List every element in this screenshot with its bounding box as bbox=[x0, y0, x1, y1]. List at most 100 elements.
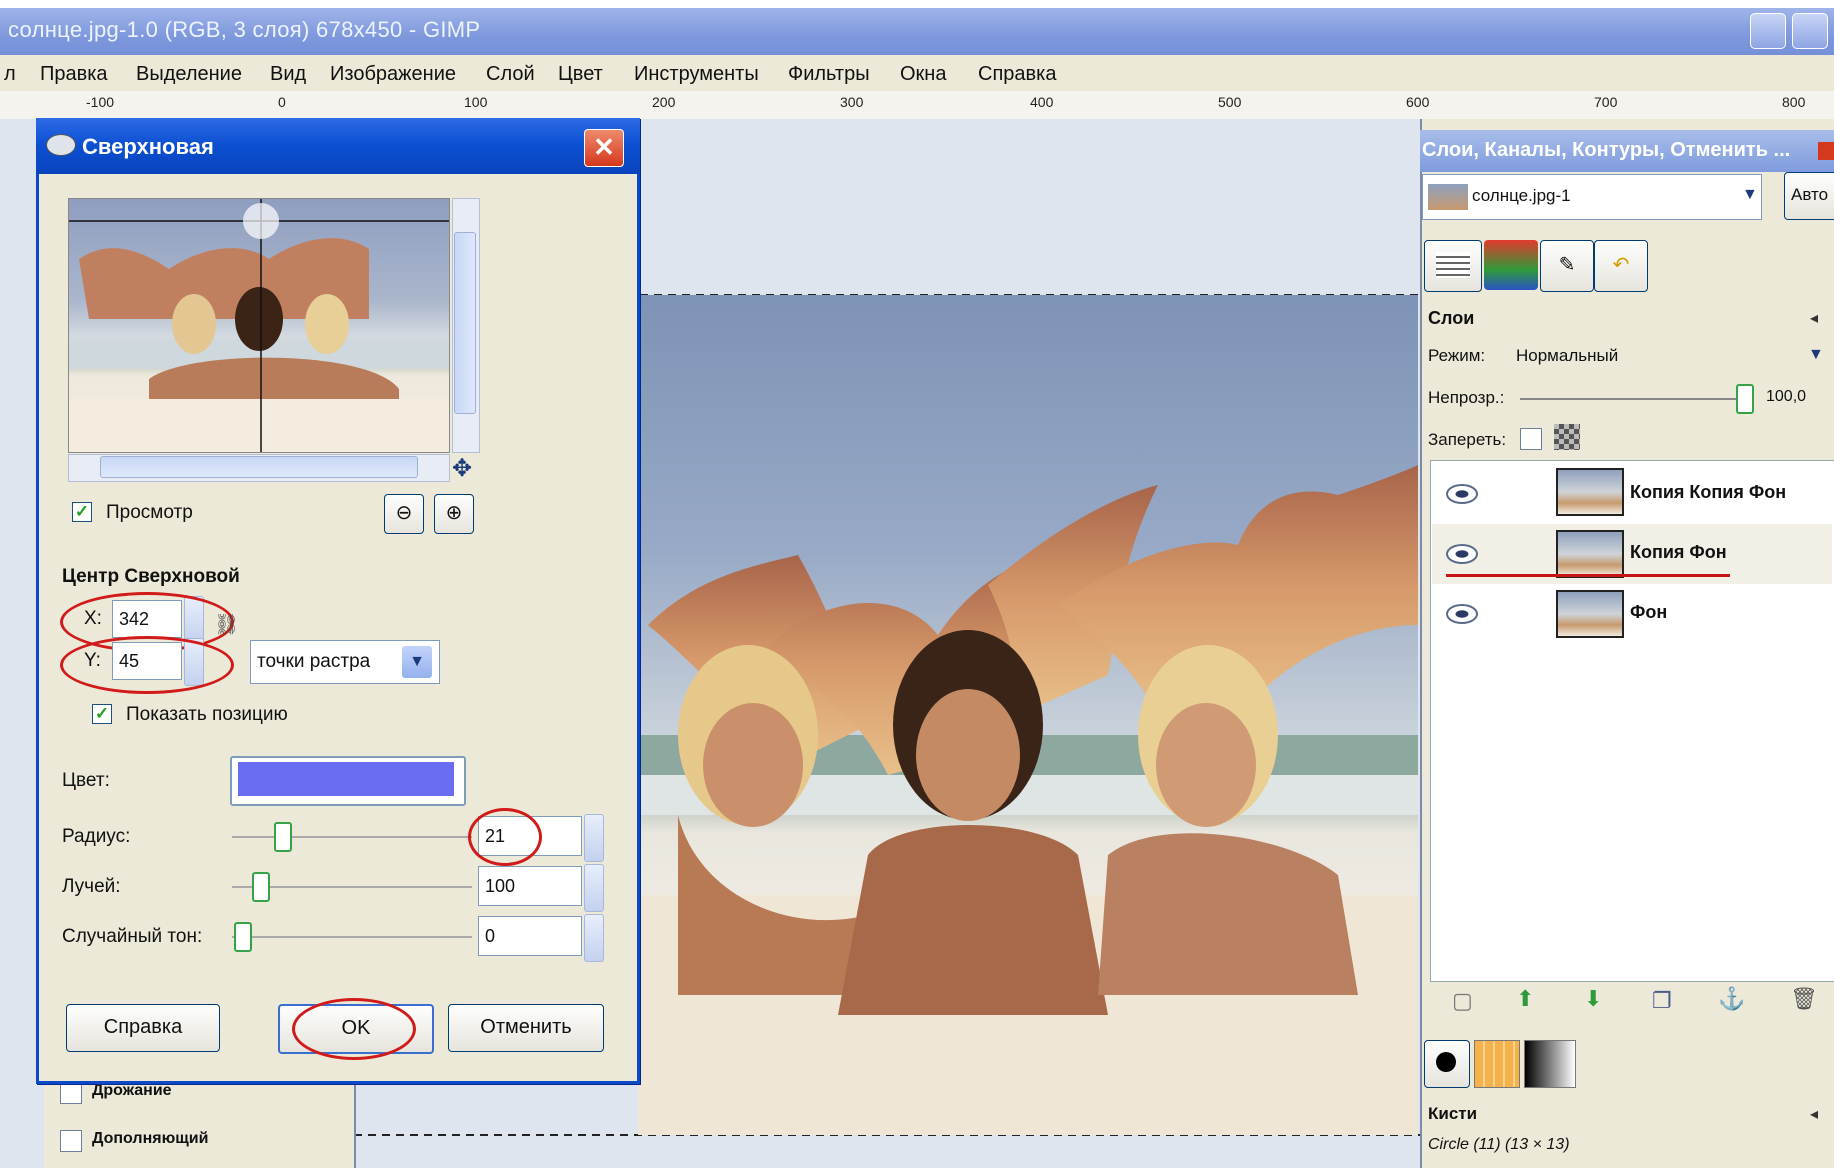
y-highlight-ellipse bbox=[60, 636, 234, 694]
random-hue-spinner[interactable] bbox=[584, 914, 604, 962]
minimize-button[interactable] bbox=[1750, 13, 1786, 49]
panel-menu-icon[interactable]: ◂ bbox=[1810, 1104, 1818, 1124]
navigate-icon[interactable]: ✥ bbox=[452, 454, 472, 483]
color-label: Цвет: bbox=[62, 770, 110, 791]
opacity-slider-handle[interactable] bbox=[1736, 384, 1754, 414]
random-hue-input[interactable]: 0 bbox=[478, 916, 582, 956]
menu-edit[interactable]: Правка bbox=[40, 63, 108, 86]
raise-layer-icon[interactable]: ⬆ bbox=[1516, 986, 1534, 1012]
chevron-down-icon[interactable]: ▼ bbox=[1808, 346, 1824, 364]
radius-label: Радиус: bbox=[62, 826, 131, 847]
color-swatch bbox=[238, 762, 454, 796]
window-title: солнце.jpg-1.0 (RGB, 3 слоя) 678x450 - G… bbox=[8, 17, 481, 42]
mode-select[interactable]: Нормальный bbox=[1516, 346, 1618, 366]
eye-icon[interactable] bbox=[1446, 544, 1478, 564]
preview-hscroll-thumb[interactable] bbox=[100, 456, 418, 478]
tool-options-dock bbox=[44, 1070, 356, 1168]
chain-link-icon[interactable]: ⛓ bbox=[214, 612, 239, 637]
ruler-label: 300 bbox=[840, 94, 864, 110]
restore-button[interactable] bbox=[1792, 13, 1828, 49]
radius-spinner[interactable] bbox=[584, 814, 604, 862]
menu-image[interactable]: Изображение bbox=[330, 63, 456, 86]
ruler-label: 800 bbox=[1782, 94, 1806, 110]
ruler-label: 500 bbox=[1218, 94, 1242, 110]
gradients-tab-icon[interactable] bbox=[1524, 1040, 1576, 1088]
dialog-close-button[interactable]: ✕ bbox=[584, 129, 624, 167]
menu-help[interactable]: Справка bbox=[978, 63, 1056, 86]
center-heading: Центр Сверхновой bbox=[62, 566, 240, 587]
eye-icon[interactable] bbox=[1446, 604, 1478, 624]
anchor-layer-icon[interactable]: ⚓ bbox=[1718, 986, 1745, 1012]
mermaids-photo bbox=[638, 465, 1418, 1135]
lock-alpha-checkbox[interactable] bbox=[1520, 428, 1542, 450]
top-strip bbox=[1640, 0, 1834, 8]
random-hue-label: Случайный тон: bbox=[62, 926, 203, 947]
duplicate-layer-icon[interactable]: ❐ bbox=[1652, 988, 1672, 1014]
ruler-label: 100 bbox=[464, 94, 488, 110]
dock-close-icon[interactable] bbox=[1818, 142, 1834, 160]
patterns-tab-icon[interactable] bbox=[1474, 1040, 1520, 1088]
ruler-label: 200 bbox=[652, 94, 676, 110]
delete-layer-icon[interactable]: 🗑 bbox=[1790, 986, 1818, 1012]
menu-layer[interactable]: Слой bbox=[486, 63, 535, 86]
lock-label: Запереть: bbox=[1428, 430, 1507, 449]
preview-checkbox[interactable]: ✓ bbox=[72, 502, 92, 522]
rays-input[interactable]: 100 bbox=[478, 866, 582, 906]
preview-vscroll-thumb[interactable] bbox=[454, 232, 476, 414]
cancel-button[interactable]: Отменить bbox=[448, 1004, 604, 1052]
brush-name: Circle (11) (13 × 13) bbox=[1428, 1136, 1570, 1153]
zoom-out-icon[interactable]: ⊖ bbox=[384, 494, 424, 534]
ruler-label: 700 bbox=[1594, 94, 1618, 110]
menu-file[interactable]: л bbox=[4, 63, 16, 86]
undo-tab-icon[interactable]: ↶ bbox=[1594, 240, 1648, 292]
menu-tools[interactable]: Инструменты bbox=[634, 63, 759, 86]
channels-tab-icon[interactable] bbox=[1484, 240, 1538, 290]
layer-thumbnail bbox=[1556, 468, 1624, 516]
show-position-checkbox[interactable]: ✓ bbox=[92, 704, 112, 724]
eye-icon[interactable] bbox=[1446, 484, 1478, 504]
canvas-image[interactable] bbox=[638, 295, 1418, 1135]
layer-name: Копия Копия Фон bbox=[1630, 482, 1787, 502]
rays-slider-handle[interactable] bbox=[252, 872, 270, 902]
rays-spinner[interactable] bbox=[584, 864, 604, 912]
show-position-label: Показать позицию bbox=[126, 704, 288, 725]
horizontal-ruler[interactable] bbox=[0, 91, 1834, 120]
jitter-checkbox[interactable] bbox=[60, 1082, 82, 1104]
gimp-logo-icon bbox=[46, 134, 76, 156]
menu-filters[interactable]: Фильтры bbox=[788, 63, 870, 86]
incremental-checkbox[interactable] bbox=[60, 1130, 82, 1152]
mode-label: Режим: bbox=[1428, 346, 1486, 365]
ruler-label: 0 bbox=[278, 94, 286, 110]
radius-slider-handle[interactable] bbox=[274, 822, 292, 852]
layers-icon bbox=[1436, 252, 1470, 278]
panel-menu-icon[interactable]: ◂ bbox=[1810, 308, 1818, 328]
brushes-heading: Кисти bbox=[1428, 1104, 1478, 1123]
zoom-in-icon[interactable]: ⊕ bbox=[434, 494, 474, 534]
chevron-down-icon[interactable]: ▼ bbox=[1742, 186, 1758, 204]
menu-view[interactable]: Вид bbox=[270, 63, 306, 86]
opacity-value[interactable]: 100,0 bbox=[1766, 388, 1806, 406]
lower-layer-icon[interactable]: ⬇ bbox=[1584, 986, 1602, 1012]
opacity-slider-track[interactable] bbox=[1520, 398, 1744, 400]
layer-thumbnail bbox=[1556, 590, 1624, 638]
ok-highlight-ellipse bbox=[292, 998, 416, 1060]
menu-select[interactable]: Выделение bbox=[136, 63, 242, 86]
random-hue-slider-track[interactable] bbox=[232, 936, 472, 938]
radius-highlight-ellipse bbox=[468, 808, 542, 866]
image-select-label: солнце.jpg-1 bbox=[1472, 186, 1571, 205]
menu-color[interactable]: Цвет bbox=[558, 63, 603, 86]
layers-heading: Слои bbox=[1428, 308, 1475, 328]
random-hue-slider-handle[interactable] bbox=[234, 922, 252, 952]
menu-windows[interactable]: Окна bbox=[900, 63, 946, 86]
layer-underline-annotation bbox=[1446, 574, 1730, 577]
radius-slider-track[interactable] bbox=[232, 836, 472, 838]
new-layer-icon[interactable]: ▢ bbox=[1452, 988, 1473, 1014]
ruler-label: 400 bbox=[1030, 94, 1054, 110]
chevron-down-icon[interactable]: ▼ bbox=[402, 646, 432, 678]
auto-button[interactable]: Авто bbox=[1784, 172, 1834, 220]
paths-tab-icon[interactable]: ✎ bbox=[1540, 240, 1594, 292]
rays-label: Лучей: bbox=[62, 876, 121, 897]
help-button[interactable]: Справка bbox=[66, 1004, 220, 1052]
preview-image[interactable] bbox=[68, 198, 450, 453]
ruler-label: -100 bbox=[86, 94, 115, 110]
